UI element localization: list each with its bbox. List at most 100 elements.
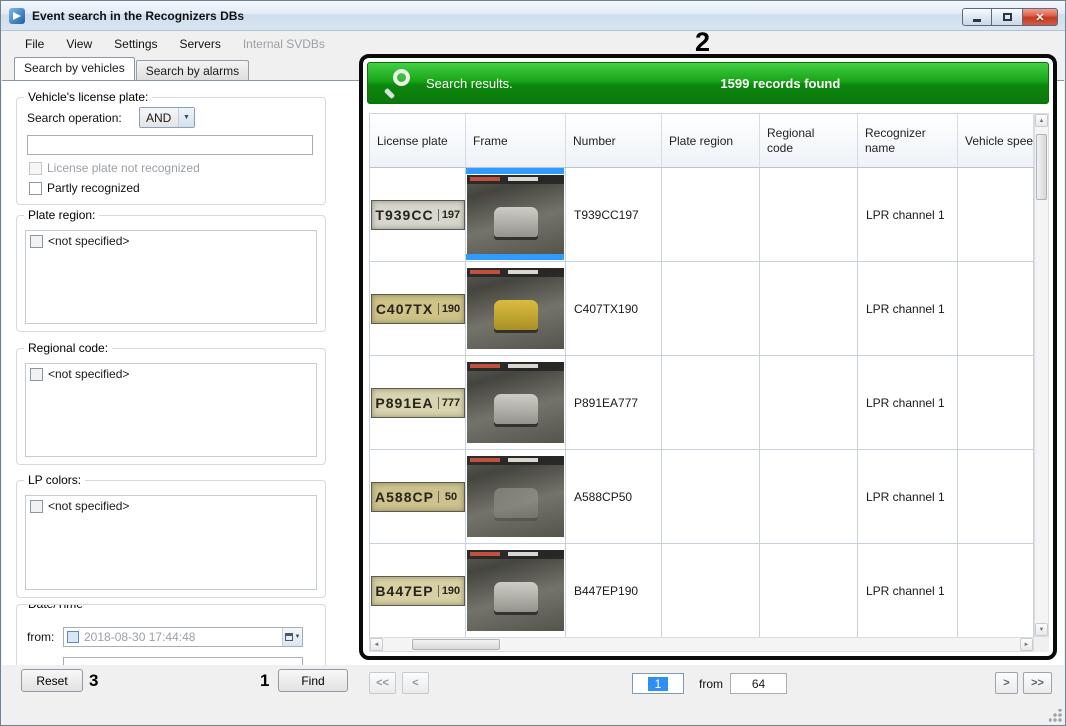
cell-regional-code[interactable] [760, 544, 858, 637]
cell-vehicle-speed[interactable] [958, 168, 1034, 262]
cell-number[interactable]: P891EA777 [566, 356, 662, 450]
cell-frame[interactable] [466, 356, 566, 450]
next-page-button[interactable]: > [995, 672, 1018, 694]
app-icon [9, 8, 25, 24]
horizontal-scrollbar[interactable]: ◄ ► [369, 637, 1034, 652]
cell-number[interactable]: T939CC197 [566, 168, 662, 262]
page-number-input[interactable]: 1 [632, 673, 684, 694]
cell-license-plate[interactable]: A588CP 50 [370, 450, 466, 544]
tab-search-by-vehicles[interactable]: Search by vehicles [14, 57, 135, 80]
column-header-vehicle-speed[interactable]: Vehicle speed [958, 114, 1034, 167]
close-button[interactable]: ✕ [1022, 8, 1058, 26]
last-page-button[interactable]: >> [1023, 672, 1052, 694]
first-page-button[interactable]: << [369, 672, 396, 694]
from-date-checkbox[interactable] [67, 631, 79, 643]
menu-view[interactable]: View [55, 33, 103, 55]
menu-settings[interactable]: Settings [103, 33, 168, 55]
maximize-button[interactable] [992, 8, 1022, 26]
list-item[interactable]: <not specified> [26, 496, 316, 516]
license-plate-input[interactable] [27, 135, 313, 155]
plate-region-item-checkbox[interactable] [30, 235, 43, 248]
table-row[interactable]: C407TX 190 C407TX190 LPR channel 1 [370, 262, 1034, 356]
column-header-plate-region[interactable]: Plate region [662, 114, 760, 167]
cell-regional-code[interactable] [760, 262, 858, 356]
minimize-button[interactable] [962, 8, 992, 26]
lp-colors-list[interactable]: <not specified> [25, 495, 317, 590]
cell-frame[interactable] [466, 168, 566, 262]
table-row[interactable]: B447EP 190 B447EP190 LPR channel 1 [370, 544, 1034, 637]
tab-search-by-alarms[interactable]: Search by alarms [136, 60, 249, 80]
regional-code-list[interactable]: <not specified> [25, 363, 317, 457]
cell-license-plate[interactable]: P891EA 777 [370, 356, 466, 450]
total-pages-field[interactable]: 64 [730, 673, 787, 694]
cell-vehicle-speed[interactable] [958, 262, 1034, 356]
lp-colors-item-checkbox[interactable] [30, 500, 43, 513]
menu-file[interactable]: File [14, 33, 55, 55]
results-panel: Search results. 1599 records found Licen… [359, 54, 1057, 660]
cell-recognizer-name[interactable]: LPR channel 1 [858, 356, 958, 450]
cell-plate-region[interactable] [662, 168, 760, 262]
cell-recognizer-name[interactable]: LPR channel 1 [858, 262, 958, 356]
scroll-up-icon[interactable]: ▲ [1035, 114, 1048, 127]
column-header-license-plate[interactable]: License plate [370, 114, 466, 167]
scroll-down-icon[interactable]: ▼ [1035, 623, 1048, 636]
cell-vehicle-speed[interactable] [958, 544, 1034, 637]
column-header-number[interactable]: Number [566, 114, 662, 167]
table-header-row: License plate Frame Number Plate region … [370, 114, 1034, 168]
cell-plate-region[interactable] [662, 356, 760, 450]
plate-image: A588CP 50 [371, 482, 465, 512]
menubar: File View Settings Servers Internal SVDB… [2, 32, 1064, 56]
menu-servers[interactable]: Servers [169, 33, 232, 55]
maximize-icon [1003, 13, 1012, 21]
cell-regional-code[interactable] [760, 356, 858, 450]
reset-button[interactable]: Reset [21, 669, 83, 692]
regional-code-item-checkbox[interactable] [30, 368, 43, 381]
cell-number[interactable]: B447EP190 [566, 544, 662, 637]
partly-recognized-checkbox[interactable] [29, 182, 42, 195]
cell-recognizer-name[interactable]: LPR channel 1 [858, 450, 958, 544]
cell-frame[interactable] [466, 544, 566, 637]
vertical-scroll-thumb[interactable] [1036, 134, 1047, 200]
cell-plate-region[interactable] [662, 544, 760, 637]
from-datetime-picker[interactable]: 2018-08-30 17:44:48 ▼ [63, 627, 303, 647]
table-row[interactable]: P891EA 777 P891EA777 LPR channel 1 [370, 356, 1034, 450]
calendar-dropdown-button[interactable]: ▼ [282, 628, 302, 646]
cell-regional-code[interactable] [760, 168, 858, 262]
scrollbar-corner [1034, 637, 1049, 652]
column-header-regional-code[interactable]: Regional code [760, 114, 858, 167]
resize-grip[interactable] [1049, 709, 1062, 722]
cell-license-plate[interactable]: B447EP 190 [370, 544, 466, 637]
cell-plate-region[interactable] [662, 450, 760, 544]
list-item[interactable]: <not specified> [26, 364, 316, 384]
plate-region-list[interactable]: <not specified> [25, 230, 317, 324]
cell-number[interactable]: C407TX190 [566, 262, 662, 356]
annotation-1: 1 [260, 671, 269, 691]
cell-license-plate[interactable]: T939CC 197 [370, 168, 466, 262]
cell-regional-code[interactable] [760, 450, 858, 544]
cell-vehicle-speed[interactable] [958, 356, 1034, 450]
table-row[interactable]: A588CP 50 A588CP50 LPR channel 1 [370, 450, 1034, 544]
not-recognized-checkbox[interactable] [29, 162, 42, 175]
cell-recognizer-name[interactable]: LPR channel 1 [858, 168, 958, 262]
total-pages-value: 64 [752, 677, 765, 691]
cell-recognizer-name[interactable]: LPR channel 1 [858, 544, 958, 637]
vertical-scrollbar[interactable]: ▲ ▼ [1034, 113, 1049, 637]
cell-license-plate[interactable]: C407TX 190 [370, 262, 466, 356]
search-operation-select[interactable]: AND ▼ [139, 107, 195, 128]
scroll-right-icon[interactable]: ► [1020, 638, 1033, 651]
scroll-left-icon[interactable]: ◄ [370, 638, 383, 651]
column-header-recognizer-name[interactable]: Recognizer name [858, 114, 958, 167]
table-row[interactable]: T939CC 197 T939CC197 LPR channel 1 [370, 168, 1034, 262]
chevron-down-icon: ▼ [295, 634, 301, 640]
horizontal-scroll-thumb[interactable] [412, 639, 500, 650]
minimize-icon [973, 19, 981, 22]
list-item[interactable]: <not specified> [26, 231, 316, 251]
cell-number[interactable]: A588CP50 [566, 450, 662, 544]
cell-frame[interactable] [466, 450, 566, 544]
column-header-frame[interactable]: Frame [466, 114, 566, 167]
find-button[interactable]: Find [278, 669, 348, 692]
cell-vehicle-speed[interactable] [958, 450, 1034, 544]
prev-page-button[interactable]: < [402, 672, 429, 694]
cell-plate-region[interactable] [662, 262, 760, 356]
cell-frame[interactable] [466, 262, 566, 356]
